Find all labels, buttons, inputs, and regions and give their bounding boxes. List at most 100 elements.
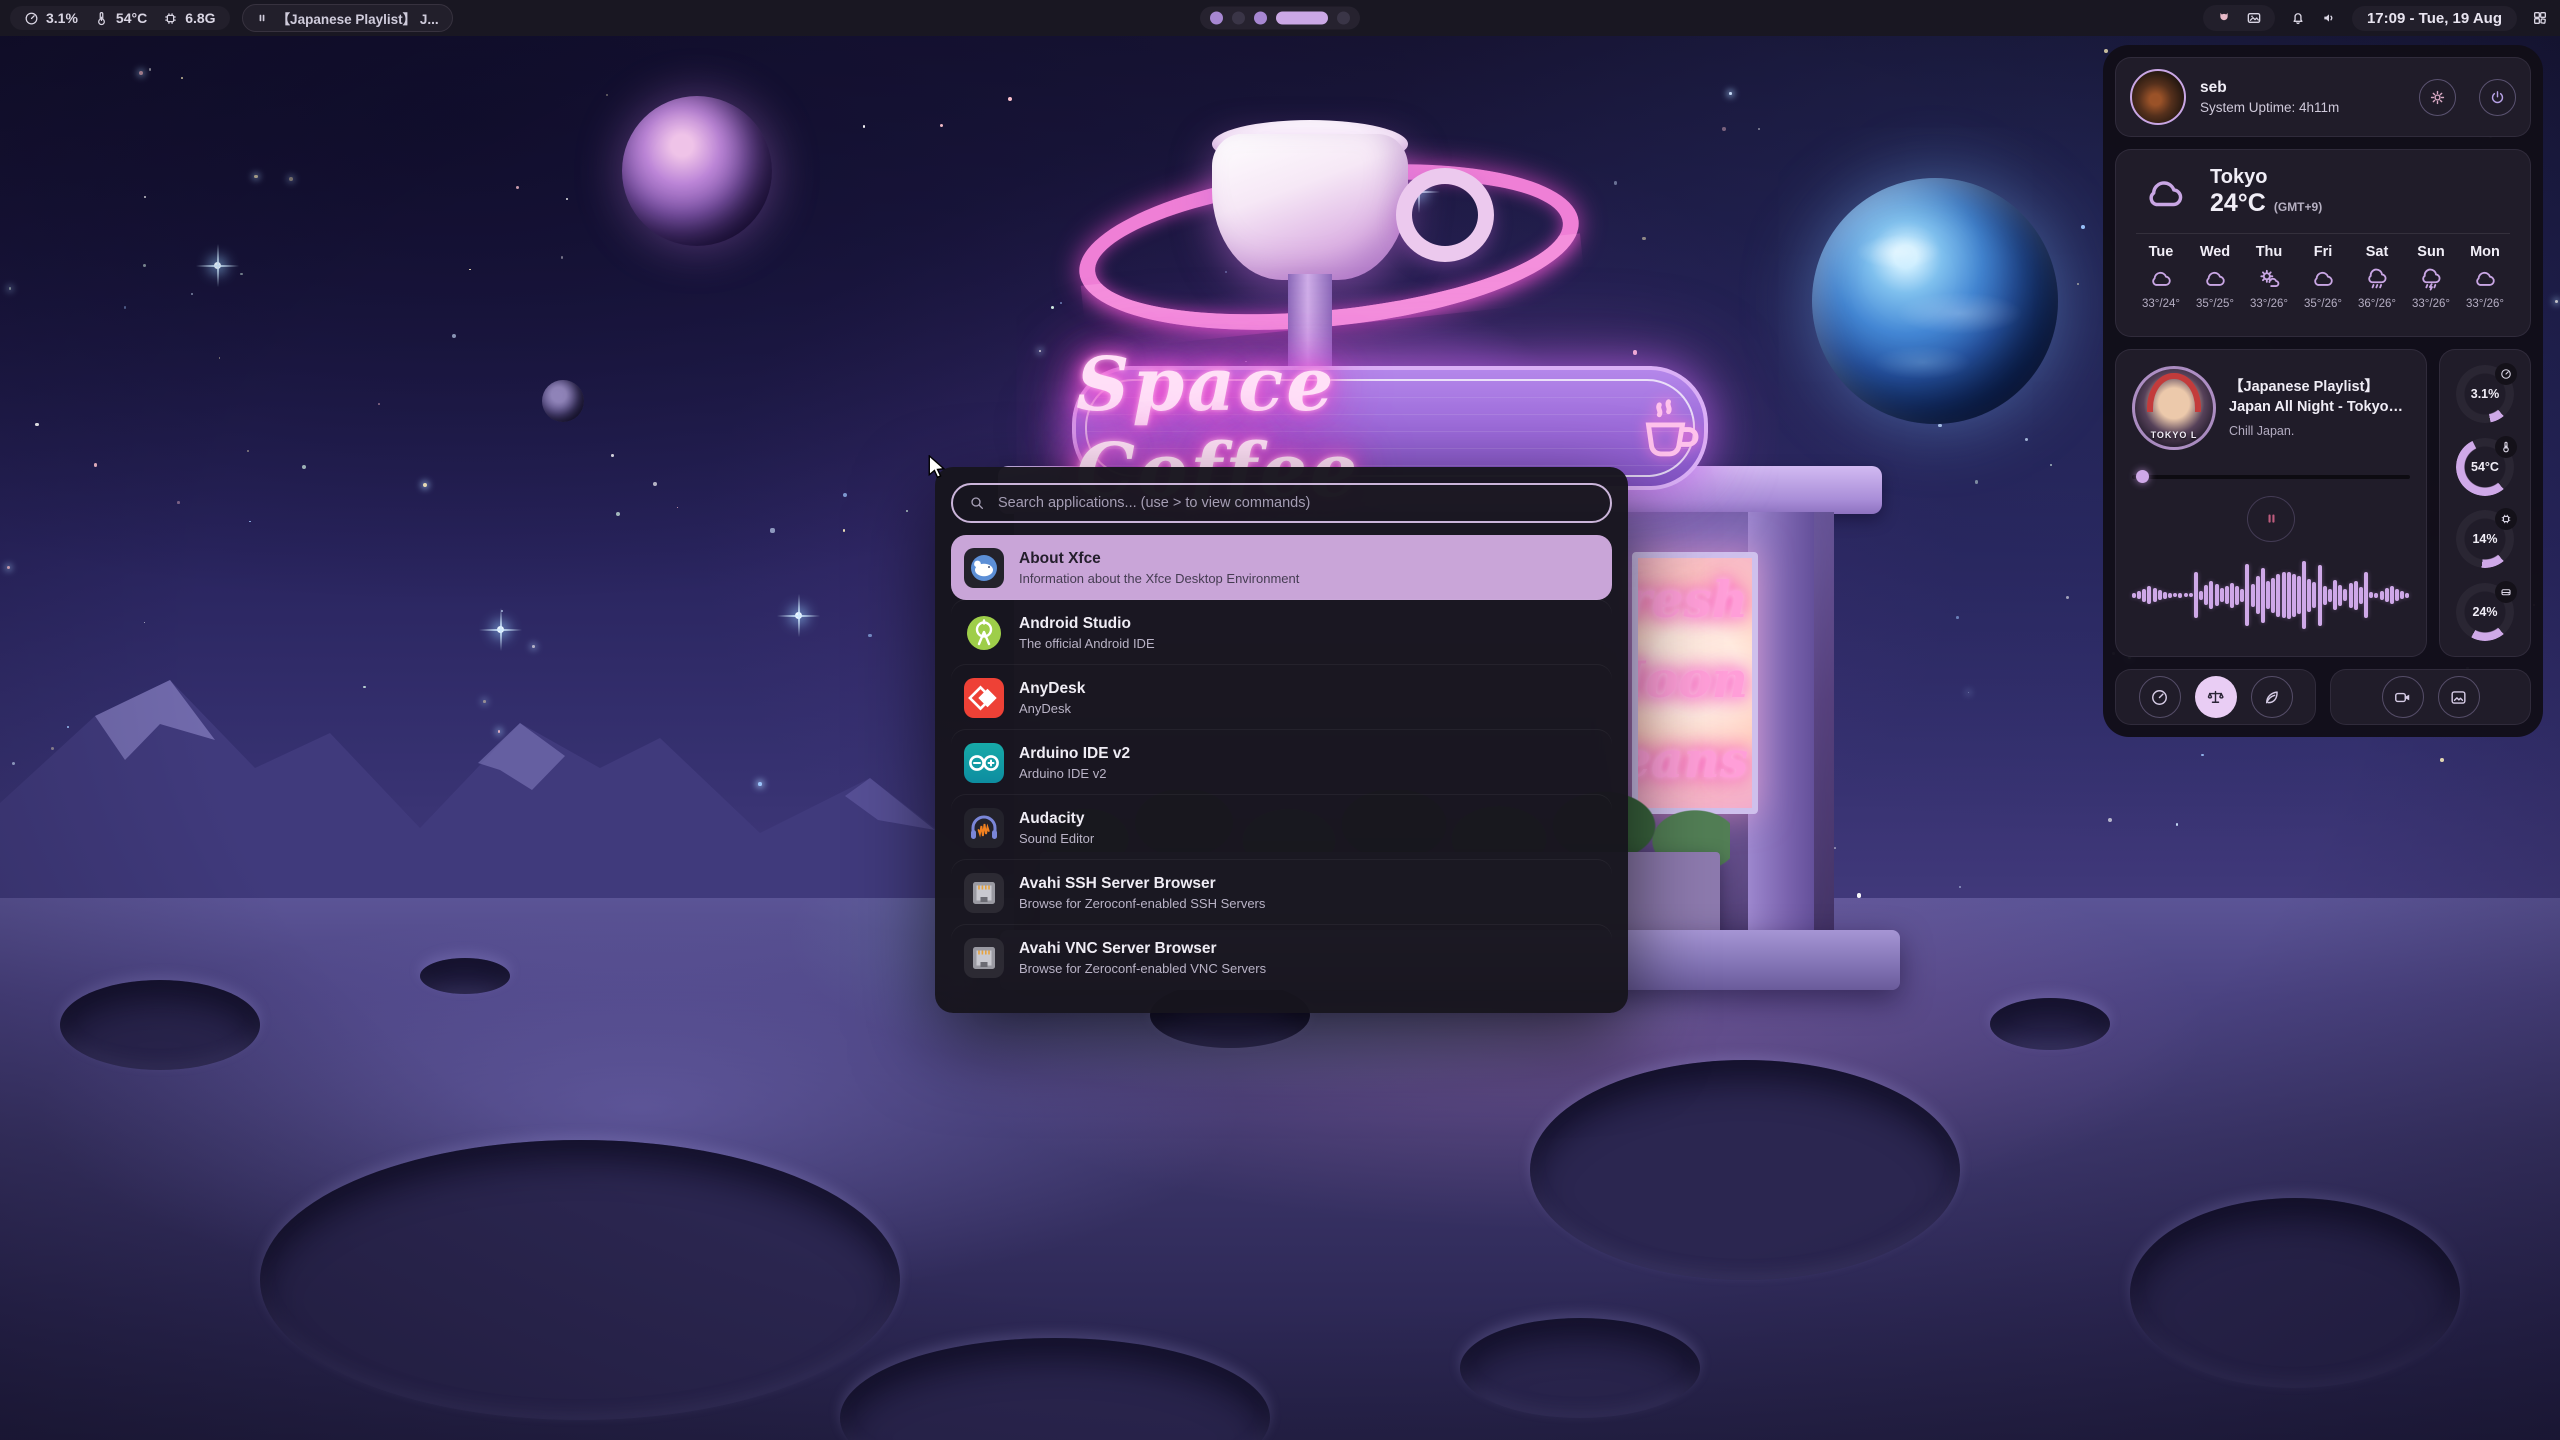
forecast-temps: 33°/26° <box>2412 298 2450 310</box>
forecast-day: Mon 33°/26° <box>2460 244 2510 310</box>
waveform-bar <box>2385 588 2389 602</box>
forecast-weather-icon <box>2418 266 2444 292</box>
forecast-day: Wed 35°/25° <box>2190 244 2240 310</box>
launcher-item[interactable]: Arduino IDE v2 Arduino IDE v2 <box>951 730 1612 795</box>
gauge-icon <box>24 11 39 26</box>
app-title: Avahi SSH Server Browser <box>1019 874 1265 893</box>
waveform-bar <box>2374 593 2378 598</box>
waveform-bar <box>2349 583 2353 608</box>
app-description: Browse for Zeroconf-enabled VNC Servers <box>1019 961 1266 976</box>
app-icon <box>964 808 1004 848</box>
forecast-day-label: Sun <box>2417 244 2444 260</box>
play-pause-button[interactable] <box>2247 496 2295 542</box>
waveform-bar <box>2338 585 2342 606</box>
forecast-day-label: Wed <box>2200 244 2230 260</box>
forecast-temps: 33°/26° <box>2466 298 2504 310</box>
power-button[interactable] <box>2479 79 2516 116</box>
memory-stat[interactable]: 6.8G <box>163 10 215 26</box>
seek-knob[interactable] <box>2136 470 2149 483</box>
forecast-day-label: Mon <box>2470 244 2500 260</box>
waveform-bar <box>2204 585 2208 605</box>
waveform-bar <box>2251 584 2255 607</box>
search-bar[interactable] <box>951 483 1612 523</box>
thermometer-icon <box>94 11 109 26</box>
now-playing-text: 【Japanese Playlist】 J... <box>277 8 439 28</box>
profile-scales-button[interactable] <box>2195 676 2237 718</box>
waveform-bar <box>2194 572 2198 618</box>
capture-screenshot-button[interactable] <box>2438 676 2480 718</box>
waveform-bar <box>2266 581 2270 609</box>
waveform-bar <box>2343 589 2347 601</box>
forecast-day: Thu 33°/26° <box>2244 244 2294 310</box>
app-description: Information about the Xfce Desktop Envir… <box>1019 571 1299 586</box>
app-title: Arduino IDE v2 <box>1019 744 1130 763</box>
waveform-bar <box>2369 592 2373 598</box>
widgets-panel: seb System Uptime: 4h11m Tokyo <box>2103 45 2543 737</box>
seek-bar[interactable] <box>2132 470 2410 483</box>
capture-tools-card <box>2330 669 2531 725</box>
notifications-bell-icon[interactable] <box>2290 10 2306 26</box>
workspace-dot-occupied[interactable] <box>1210 12 1223 25</box>
clock[interactable]: 17:09 - Tue, 19 Aug <box>2352 6 2517 31</box>
waveform-bar <box>2276 574 2280 617</box>
capture-videocam-button[interactable] <box>2382 676 2424 718</box>
user-avatar <box>2130 69 2186 125</box>
workspace-dot-active[interactable] <box>1276 12 1328 25</box>
system-gauge: 3.1% <box>2456 365 2514 423</box>
app-title: About Xfce <box>1019 549 1299 568</box>
workspace-switcher[interactable] <box>1200 7 1360 30</box>
overview-grid-icon[interactable] <box>2532 10 2548 26</box>
launcher-item[interactable]: AnyDesk AnyDesk <box>951 665 1612 730</box>
forecast-weather-icon <box>2148 266 2174 292</box>
mouse-cursor <box>926 455 948 479</box>
divider <box>2136 233 2510 234</box>
volume-icon[interactable] <box>2321 10 2337 26</box>
app-description: Sound Editor <box>1019 831 1094 846</box>
waveform-bar <box>2230 583 2234 608</box>
user-card: seb System Uptime: 4h11m <box>2115 57 2531 137</box>
audio-visualizer <box>2132 550 2410 640</box>
launcher-item[interactable]: Avahi SSH Server Browser Browse for Zero… <box>951 860 1612 925</box>
wallpaper-icon[interactable] <box>2246 10 2262 26</box>
app-icon <box>964 613 1004 653</box>
workspace-dot-occupied[interactable] <box>1254 12 1267 25</box>
workspace-dot-empty[interactable] <box>1337 12 1350 25</box>
seek-track <box>2132 475 2410 479</box>
system-gauges-card: 3.1% 54°C 14% 24% <box>2439 349 2531 657</box>
now-playing-pill[interactable]: 【Japanese Playlist】 J... <box>242 4 453 32</box>
launcher-item[interactable]: Android Studio The official Android IDE <box>951 600 1612 665</box>
app-launcher: About Xfce Information about the Xfce De… <box>935 467 1628 1013</box>
forecast-temps: 35°/26° <box>2304 298 2342 310</box>
waveform-bar <box>2405 593 2409 598</box>
waveform-bar <box>2400 591 2404 599</box>
waveform-bar <box>2184 593 2188 597</box>
system-uptime: System Uptime: 4h11m <box>2200 100 2405 115</box>
waveform-bar <box>2297 576 2301 614</box>
app-icon <box>964 678 1004 718</box>
username: seb <box>2200 79 2405 97</box>
waveform-bar <box>2240 589 2244 602</box>
cpu-temp-stat[interactable]: 54°C <box>94 10 147 26</box>
profile-gauge-button[interactable] <box>2139 676 2181 718</box>
app-description: The official Android IDE <box>1019 636 1155 651</box>
workspace-dot-empty[interactable] <box>1232 12 1245 25</box>
weather-temperature: 24°C <box>2210 189 2266 218</box>
launcher-item[interactable]: Avahi VNC Server Browser Browse for Zero… <box>951 925 1612 990</box>
chip-icon <box>163 11 178 26</box>
forecast-day-label: Fri <box>2314 244 2333 260</box>
waveform-bar <box>2354 581 2358 610</box>
profile-leaf-button[interactable] <box>2251 676 2293 718</box>
cat-icon[interactable] <box>2216 10 2232 26</box>
pause-icon <box>2264 511 2279 526</box>
forecast-temps: 36°/26° <box>2358 298 2396 310</box>
search-input[interactable] <box>996 494 1594 512</box>
forecast-temps: 33°/26° <box>2250 298 2288 310</box>
waveform-bar <box>2302 561 2306 629</box>
app-description: Arduino IDE v2 <box>1019 766 1130 781</box>
settings-button[interactable] <box>2419 79 2456 116</box>
waveform-bar <box>2189 593 2193 597</box>
app-list: About Xfce Information about the Xfce De… <box>951 535 1612 990</box>
launcher-item[interactable]: About Xfce Information about the Xfce De… <box>951 535 1612 600</box>
launcher-item[interactable]: Audacity Sound Editor <box>951 795 1612 860</box>
cpu-usage-stat[interactable]: 3.1% <box>24 10 78 26</box>
